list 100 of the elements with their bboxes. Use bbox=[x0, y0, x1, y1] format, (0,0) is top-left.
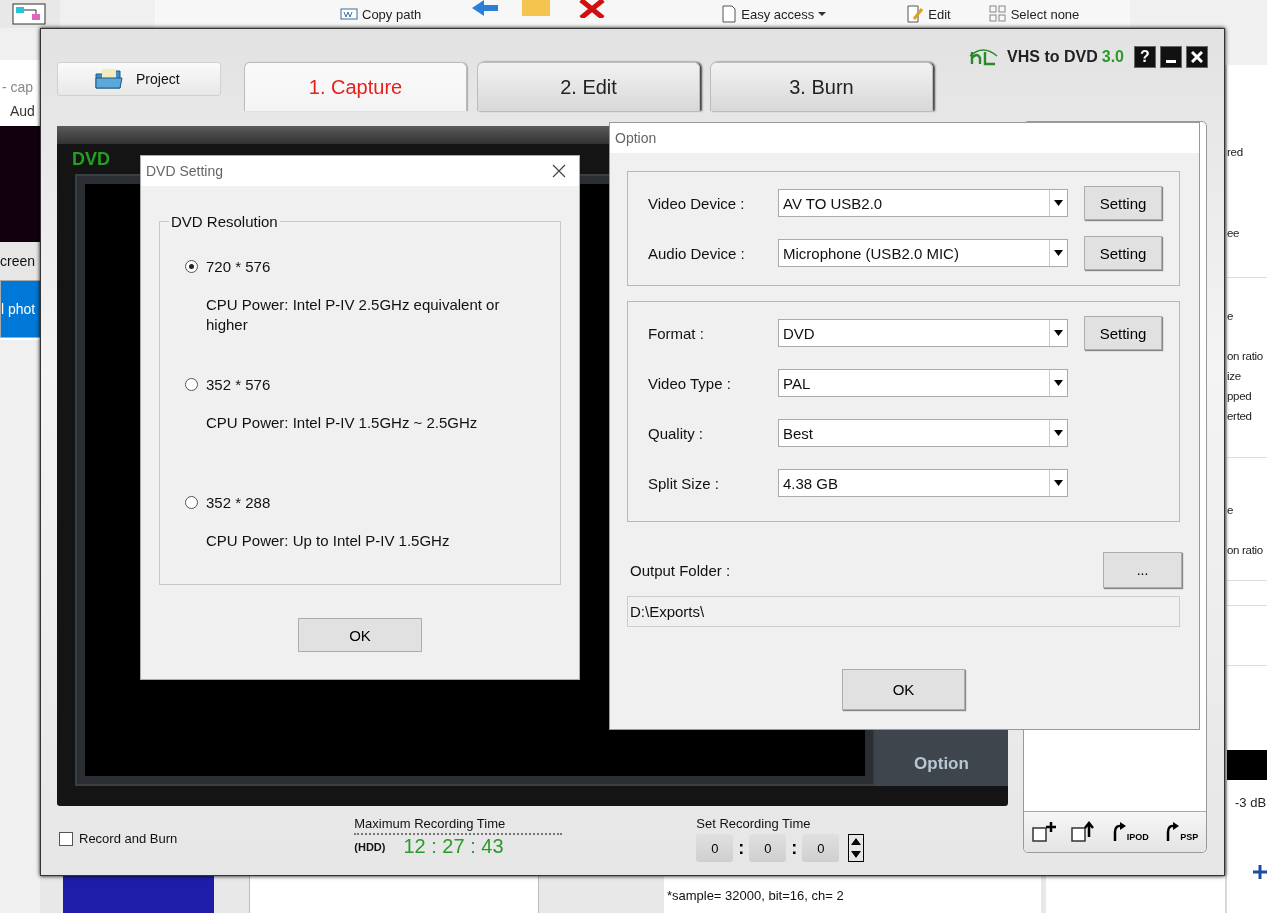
option-description: CPU Power: Intel P-IV 1.5GHz ~ 2.5GHz bbox=[206, 413, 479, 433]
property-label: ize bbox=[1227, 370, 1241, 382]
dropdown[interactable]: Best bbox=[778, 419, 1068, 447]
ribbon-button[interactable]: Easy access bbox=[721, 5, 827, 23]
ribbon-button[interactable]: Select none bbox=[988, 5, 1080, 23]
spin-button[interactable] bbox=[848, 834, 865, 862]
dropdown[interactable]: DVD bbox=[778, 319, 1068, 347]
minimize-button[interactable] bbox=[1160, 46, 1182, 68]
option-label: 352 * 576 bbox=[206, 376, 271, 393]
time-readout: 12 : 27 : 43 bbox=[403, 835, 504, 858]
log-line: *sample= 32000, bit=16, ch= 2 bbox=[666, 888, 844, 903]
delete-icon bbox=[578, 0, 606, 18]
ribbon-button[interactable]: Copy path bbox=[340, 6, 422, 22]
radio-button[interactable] bbox=[185, 496, 198, 509]
app-title: VHS to DVD bbox=[1007, 48, 1098, 66]
field-label: Format : bbox=[648, 324, 705, 342]
setting-button[interactable]: Setting bbox=[1084, 236, 1162, 270]
field-label: Video Device : bbox=[648, 194, 746, 212]
field-label: Output Folder : bbox=[630, 561, 731, 579]
option-button[interactable]: Option bbox=[910, 750, 973, 778]
add-file-button[interactable] bbox=[1031, 821, 1056, 843]
close-button[interactable] bbox=[1186, 46, 1208, 68]
drive-label: (HDD) bbox=[354, 840, 386, 853]
property-label: on ratio bbox=[1227, 544, 1263, 556]
max-time-label: Maximum Recording Time bbox=[354, 816, 563, 835]
folder-icon bbox=[522, 0, 550, 16]
radio-button[interactable] bbox=[185, 260, 198, 273]
project-button[interactable]: Project bbox=[57, 62, 221, 96]
dropdown[interactable]: AV TO USB2.0 bbox=[778, 189, 1068, 217]
option-description: CPU Power: Intel P-IV 2.5GHz equivalent or higher bbox=[206, 295, 501, 335]
property-label: e bbox=[1227, 310, 1234, 322]
dropdown-arrow-icon bbox=[1054, 200, 1063, 206]
move-icon bbox=[470, 0, 500, 16]
version-label: 3.0 bbox=[1101, 48, 1124, 66]
time-field[interactable]: 0 bbox=[802, 834, 840, 862]
plus-icon bbox=[1253, 865, 1267, 879]
window-title: - cap bbox=[1, 78, 35, 97]
folder-icon bbox=[94, 68, 124, 90]
tab[interactable]: 2. Edit bbox=[477, 62, 700, 111]
rotate-arrow-icon bbox=[1164, 822, 1181, 842]
field-label: Quality : bbox=[648, 424, 705, 442]
option-label: 720 * 576 bbox=[206, 258, 271, 275]
tab[interactable]: 1. Capture bbox=[244, 62, 467, 111]
meter-label: -3 dB bbox=[1235, 795, 1267, 810]
checkbox-label: Record and Burn bbox=[79, 831, 178, 846]
time-field[interactable]: 0 bbox=[696, 834, 734, 862]
pencil-page-icon bbox=[906, 5, 925, 23]
help-button[interactable]: ? bbox=[1134, 46, 1156, 68]
dropdown-arrow-icon bbox=[1054, 480, 1063, 486]
dropdown-arrow-icon bbox=[1054, 430, 1063, 436]
list-item[interactable]: creen bbox=[0, 242, 40, 280]
logo-icon bbox=[969, 48, 1000, 66]
checkbox[interactable] bbox=[59, 831, 73, 846]
convert-button[interactable]: PSP bbox=[1164, 822, 1199, 842]
folder-path-field[interactable]: D:\Exports\ bbox=[627, 596, 1180, 627]
dropdown-arrow-icon bbox=[1054, 380, 1063, 386]
export-file-button[interactable] bbox=[1071, 821, 1096, 843]
close-icon bbox=[1191, 51, 1203, 63]
time-separator: : bbox=[738, 837, 745, 859]
property-label: e bbox=[1227, 504, 1234, 516]
dropdown[interactable]: Microphone (USB2.0 MIC) bbox=[778, 239, 1068, 267]
ok-button[interactable]: OK bbox=[298, 618, 422, 652]
ok-button[interactable]: OK bbox=[842, 669, 965, 710]
list-item[interactable]: l phot bbox=[0, 280, 40, 338]
option-label: 352 * 288 bbox=[206, 494, 271, 511]
field-label: Video Type : bbox=[648, 374, 732, 392]
dialog-title: DVD Setting bbox=[146, 163, 224, 179]
tab[interactable]: 3. Burn bbox=[710, 62, 933, 111]
property-label: erted bbox=[1227, 410, 1252, 422]
browse-button[interactable]: ... bbox=[1103, 552, 1182, 588]
convert-button[interactable]: IPOD bbox=[1110, 822, 1149, 842]
property-label: on ratio bbox=[1227, 350, 1263, 362]
minimize-icon bbox=[1166, 59, 1176, 63]
page-icon bbox=[721, 5, 738, 23]
dialog-title: Option bbox=[615, 130, 657, 146]
setting-button[interactable]: Setting bbox=[1084, 186, 1162, 220]
time-field[interactable]: 0 bbox=[749, 834, 787, 862]
close-icon bbox=[552, 164, 566, 178]
add-file-icon bbox=[1031, 821, 1056, 843]
property-label: pped bbox=[1227, 390, 1252, 402]
setting-button[interactable]: Setting bbox=[1084, 316, 1162, 350]
set-time-label: Set Recording Time bbox=[696, 816, 812, 831]
ribbon-button[interactable]: Edit bbox=[906, 5, 951, 23]
dropdown-arrow-icon bbox=[1054, 250, 1063, 256]
caret-icon bbox=[818, 11, 827, 17]
meter-bar bbox=[1227, 750, 1267, 780]
path-icon bbox=[340, 7, 358, 21]
time-separator: : bbox=[791, 837, 798, 859]
dropdown[interactable]: PAL bbox=[778, 369, 1068, 397]
field-label: Split Size : bbox=[648, 474, 720, 492]
tab-label: Aud bbox=[9, 102, 36, 121]
network-icon bbox=[12, 3, 46, 25]
grid-icon bbox=[988, 5, 1007, 23]
radio-button[interactable] bbox=[185, 378, 198, 391]
option-description: CPU Power: Up to Intel P-IV 1.5GHz bbox=[206, 531, 451, 551]
format-label: DVD bbox=[72, 148, 110, 170]
dropdown-arrow-icon bbox=[1054, 330, 1063, 336]
property-label: ee bbox=[1227, 227, 1240, 239]
dropdown[interactable]: 4.38 GB bbox=[778, 469, 1068, 497]
export-file-icon bbox=[1071, 821, 1096, 843]
